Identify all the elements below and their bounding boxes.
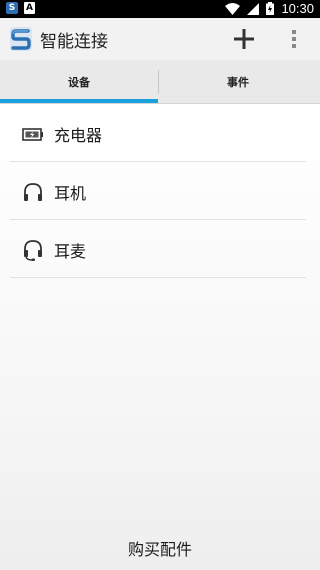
status-bar-system: 10:30 xyxy=(225,1,314,16)
charger-icon xyxy=(22,128,43,141)
clock: 10:30 xyxy=(281,1,314,16)
a-notification-icon: A xyxy=(24,2,35,14)
tab-bar: 设备 事件 xyxy=(0,60,320,104)
status-bar-notifications: S A xyxy=(6,2,35,14)
headset-icon xyxy=(24,240,42,261)
device-list-panel: 充电器 耳机 耳麦 购买配件 xyxy=(0,104,320,570)
app-title: 智能连接 xyxy=(40,32,108,52)
device-label: 耳麦 xyxy=(54,242,87,261)
app-notification-icon: S xyxy=(6,2,18,14)
signal-icon xyxy=(247,2,260,15)
wifi-icon xyxy=(225,2,241,15)
device-item-headphones[interactable]: 耳机 xyxy=(10,162,306,220)
tab-devices[interactable]: 设备 xyxy=(0,60,158,104)
app-logo-icon xyxy=(10,27,32,51)
app-bar: 智能连接 xyxy=(0,18,320,60)
device-item-headset[interactable]: 耳麦 xyxy=(10,220,306,278)
tab-events[interactable]: 事件 xyxy=(159,60,317,104)
tab-selected-indicator xyxy=(0,99,158,103)
screen: S A 10:30 智能连接 设备 事件 充电器 耳机 耳麦 购买配件 xyxy=(0,0,320,570)
device-list: 充电器 耳机 耳麦 xyxy=(10,104,306,278)
add-button[interactable] xyxy=(230,25,258,53)
overflow-menu-icon[interactable] xyxy=(284,27,304,51)
headphones-icon xyxy=(24,183,42,201)
device-item-charger[interactable]: 充电器 xyxy=(10,104,306,162)
battery-charging-icon xyxy=(266,2,275,15)
device-label: 充电器 xyxy=(54,126,103,145)
device-label: 耳机 xyxy=(54,184,87,203)
buy-accessories-link[interactable]: 购买配件 xyxy=(0,536,320,560)
status-bar: S A 10:30 xyxy=(0,0,320,18)
